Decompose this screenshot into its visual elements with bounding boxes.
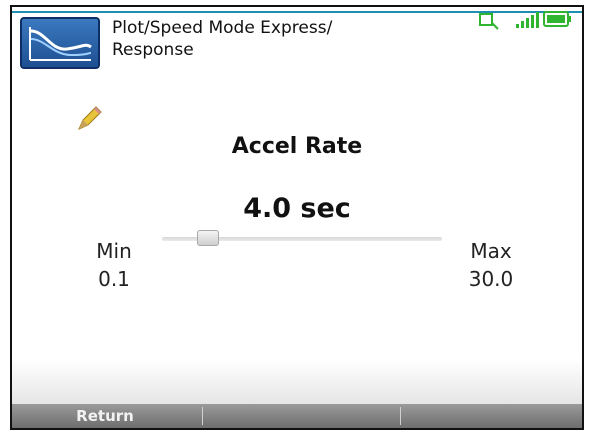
header-bar: Plot/Speed Mode Express/ Response [12,7,582,69]
min-block: Min 0.1 [84,237,144,293]
title-line-2: Response [112,40,194,60]
device-screen: Plot/Speed Mode Express/ Response Accel … [10,5,584,430]
slider-thumb[interactable] [197,230,219,246]
return-softkey[interactable]: Return [30,404,180,428]
pencil-icon [75,103,105,137]
softkey-2[interactable] [204,404,399,428]
softkey-bar: Return [12,404,582,428]
min-label: Min [96,239,132,263]
softkey-divider [202,407,203,425]
status-area [478,9,574,31]
battery-icon [543,11,571,27]
max-label: Max [470,239,512,263]
parameter-value[interactable]: 4.0 sec [12,193,582,224]
footer-shade [12,359,582,409]
signal-strength-icon [516,12,539,28]
status-icons-graphic [479,11,571,30]
softkey-3[interactable] [402,404,582,428]
max-block: Max 30.0 [458,237,524,293]
min-value: 0.1 [98,267,130,291]
parameter-name: Accel Rate [231,134,363,159]
value-slider[interactable] [162,229,442,249]
page-title: Plot/Speed Mode Express/ Response [112,17,332,61]
title-line-1: Plot/Speed Mode Express/ [112,18,333,38]
max-value: 30.0 [468,267,514,291]
link-icon [479,13,499,30]
plot-speed-icon[interactable] [20,17,100,69]
softkey-divider [400,407,401,425]
pencil-icon-graphic [78,106,102,130]
plot-speed-icon-graphic [29,27,92,61]
